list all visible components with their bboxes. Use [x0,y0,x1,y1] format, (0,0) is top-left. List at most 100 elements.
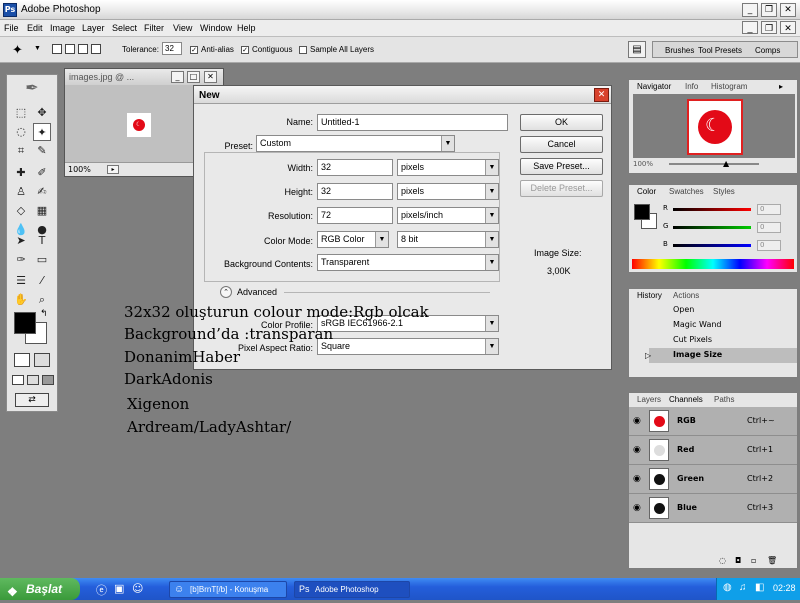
maximize-icon[interactable]: ❐ [761,3,777,17]
swap-colors-icon[interactable]: ↰ [40,309,48,319]
save-preset-button[interactable]: Save Preset... [520,158,603,175]
history-item[interactable]: Cut Pixels [649,333,779,348]
shape-tool-icon[interactable]: ▭ [33,251,51,269]
channel-row-green[interactable]: ◉ Green Ctrl+2 [629,465,797,494]
network-icon[interactable]: ◧ [755,582,764,593]
green-value[interactable]: 0 [757,222,781,233]
contiguous-checkbox[interactable]: ✓ [241,46,249,54]
move-tool-icon[interactable]: ✥ [33,104,51,122]
selection-mode-buttons[interactable] [52,43,104,56]
close-icon[interactable]: ✕ [780,3,796,17]
tab-color[interactable]: Color [637,187,656,196]
menu-select[interactable]: Select [112,23,137,33]
tab-paths[interactable]: Paths [714,395,734,404]
new-channel-icon[interactable]: ▫ [751,556,756,565]
status-menu-icon[interactable]: ▸ [107,165,119,174]
anti-alias-checkbox[interactable]: ✓ [190,46,198,54]
chevron-down-icon[interactable]: ▼ [485,208,498,223]
doc-restore-icon[interactable]: ❐ [761,21,777,34]
standard-mode-icon[interactable] [14,353,30,367]
well-tab-brushes[interactable]: Brushes [665,46,694,55]
well-tab-comps[interactable]: Comps [755,46,780,55]
task-conversation[interactable]: ☺ [b]BrnT[/b] - Konuşma [169,581,287,598]
load-selection-icon[interactable]: ◌ [719,556,726,565]
menu-window[interactable]: Window [200,23,232,33]
crop-tool-icon[interactable]: ⌗ [12,142,30,160]
palette-dock-icon[interactable]: ▤ [628,41,646,58]
doc-minimize-icon[interactable]: _ [742,21,758,34]
notes-tool-icon[interactable]: ☰ [12,272,30,290]
start-button[interactable]: ❖ Başlat [0,578,80,600]
chevron-down-icon[interactable]: ▼ [375,232,388,247]
path-selection-icon[interactable]: ➤ [12,232,30,250]
tab-info[interactable]: Info [685,82,698,91]
minimize-icon[interactable]: _ [742,3,758,17]
magic-wand-tool-icon[interactable]: ✦ [33,123,51,141]
chevron-down-icon[interactable]: ▼ [485,184,498,199]
tab-history[interactable]: History [637,291,662,300]
zoom-tool-icon[interactable]: ⌕ [33,291,51,309]
quick-mask-icon[interactable] [34,353,50,367]
screen-mode-standard-icon[interactable] [12,375,24,385]
slider-thumb-icon[interactable]: ▲ [723,159,729,168]
advanced-toggle-icon[interactable]: ⌃ [220,286,232,298]
marquee-tool-icon[interactable]: ⬚ [12,104,30,122]
eye-icon[interactable]: ◉ [633,474,641,484]
history-item[interactable]: Open [649,303,779,318]
menu-file[interactable]: File [4,23,19,33]
channel-row-rgb[interactable]: ◉ RGB Ctrl+~ [629,407,797,436]
channel-row-blue[interactable]: ◉ Blue Ctrl+3 [629,494,797,523]
ie-icon[interactable]: ⓔ [96,582,107,598]
tab-histogram[interactable]: Histogram [711,82,747,91]
preset-select[interactable]: Custom ▼ [256,135,455,152]
volume-icon[interactable]: ♫ [739,582,747,593]
name-input[interactable]: Untitled-1 [317,114,508,131]
healing-brush-icon[interactable]: ✚ [12,164,30,182]
tab-layers[interactable]: Layers [637,395,661,404]
tab-actions[interactable]: Actions [673,291,699,300]
resolution-input[interactable]: 72 [317,207,393,224]
menu-layer[interactable]: Layer [82,23,105,33]
add-selection-icon[interactable] [65,44,75,54]
color-mode-select[interactable]: RGB Color ▼ [317,231,389,248]
tab-swatches[interactable]: Swatches [669,187,704,196]
tab-styles[interactable]: Styles [713,187,735,196]
color-ramp[interactable] [632,259,794,269]
width-unit-select[interactable]: pixels ▼ [397,159,499,176]
delete-channel-icon[interactable]: 🗑 [767,556,777,565]
screen-mode-full-icon[interactable] [42,375,54,385]
chevron-down-icon[interactable]: ▼ [485,255,498,270]
background-contents-select[interactable]: Transparent ▼ [317,254,499,271]
doc-close-icon[interactable]: ✕ [780,21,796,34]
navigator-zoom-slider[interactable] [669,163,759,165]
slice-tool-icon[interactable]: ✎ [33,142,51,160]
screen-mode-full-menu-icon[interactable] [27,375,39,385]
image-minimize-icon[interactable]: _ [171,71,184,83]
magic-wand-icon[interactable]: ✦ [12,42,23,58]
hand-tool-icon[interactable]: ✋ [12,291,30,309]
height-input[interactable]: 32 [317,183,393,200]
chevron-down-icon[interactable]: ▼ [485,316,498,331]
desktop-icon[interactable]: ▣ [114,582,124,595]
image-close-icon[interactable]: ✕ [204,71,217,83]
navigator-preview[interactable]: ☾ [633,94,795,158]
menu-help[interactable]: Help [237,23,256,33]
tray-app-icon[interactable]: ◍ [723,582,732,593]
eye-icon[interactable]: ◉ [633,416,641,426]
chevron-down-icon[interactable]: ▼ [34,45,41,52]
delete-preset-button[interactable]: Delete Preset... [520,180,603,197]
image-maximize-icon[interactable]: □ [187,71,200,83]
navigator-view-box[interactable]: ☾ [687,99,743,155]
tolerance-input[interactable]: 32 [162,42,182,55]
history-item-selected[interactable]: Image Size [649,348,797,363]
menu-edit[interactable]: Edit [27,23,43,33]
history-brush-icon[interactable]: ✍ [33,183,51,201]
panel-menu-icon[interactable]: ▸ [779,82,783,91]
subtract-selection-icon[interactable] [78,44,88,54]
intersect-selection-icon[interactable] [91,44,101,54]
chevron-down-icon[interactable]: ▼ [485,232,498,247]
chevron-down-icon[interactable]: ▼ [485,160,498,175]
blue-value[interactable]: 0 [757,240,781,251]
history-item[interactable]: Magic Wand [649,318,779,333]
pixel-aspect-select[interactable]: Square ▼ [317,338,499,355]
